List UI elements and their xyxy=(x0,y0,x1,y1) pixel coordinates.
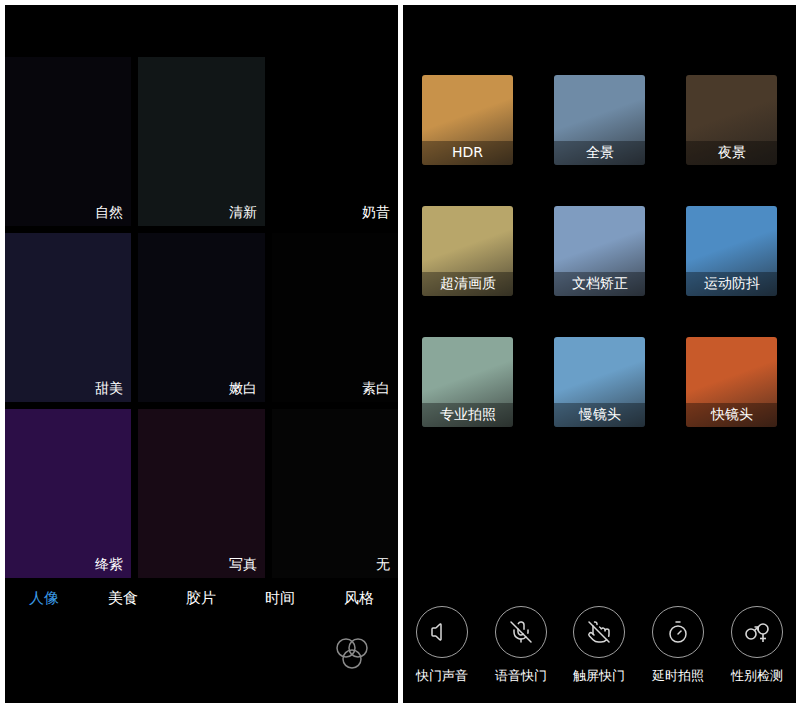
mode-grid: HDR 全景 夜景超清画质 文档矫正 运动防抖专业拍照 慢镜头 快镜头 xyxy=(403,75,796,427)
mode-label: 夜景 xyxy=(686,141,777,165)
mode-tile[interactable]: 超清画质 xyxy=(422,206,513,296)
filter-tile[interactable]: 甜美 xyxy=(5,233,131,402)
filter-tile[interactable]: 清新 xyxy=(138,57,264,226)
toggle-label: 触屏快门 xyxy=(573,667,625,685)
mode-tile[interactable]: HDR xyxy=(422,75,513,165)
filter-tile[interactable]: 嫩白 xyxy=(138,233,264,402)
mode-panel: HDR 全景 夜景超清画质 文档矫正 运动防抖专业拍照 慢镜头 快镜头快门声音 语音快门 触屏快… xyxy=(403,5,796,703)
filter-label: 写真 xyxy=(229,555,257,573)
toggle-button[interactable]: 语音快门 xyxy=(482,606,561,685)
toggle-button[interactable]: 性别检测 xyxy=(717,606,796,685)
toggle-circle[interactable] xyxy=(495,606,547,658)
filter-toggle-row xyxy=(5,632,398,676)
mode-tile[interactable]: 快镜头 xyxy=(686,337,777,427)
speaker-icon xyxy=(430,620,454,644)
mode-tile[interactable]: 全景 xyxy=(554,75,645,165)
timer-icon xyxy=(666,620,690,644)
mode-tile[interactable]: 夜景 xyxy=(686,75,777,165)
filter-label: 绛紫 xyxy=(95,555,123,573)
toggle-label: 延时拍照 xyxy=(652,667,704,685)
mode-label: 快镜头 xyxy=(686,403,777,427)
filter-label: 无 xyxy=(376,555,390,573)
filter-label: 奶昔 xyxy=(362,203,390,221)
category-tab[interactable]: 风格 xyxy=(319,589,398,608)
filter-tile[interactable]: 绛紫 xyxy=(5,409,131,578)
touch-off-icon xyxy=(587,620,611,644)
filter-circles-icon[interactable] xyxy=(330,632,374,676)
filter-grid: 自然 清新 奶昔甜美 嫩白 素白绛紫 写真 无 xyxy=(5,57,398,578)
filter-label: 清新 xyxy=(229,203,257,221)
toggle-label: 性别检测 xyxy=(731,667,783,685)
mode-tile[interactable]: 专业拍照 xyxy=(422,337,513,427)
toggle-circle[interactable] xyxy=(573,606,625,658)
mode-label: 超清画质 xyxy=(422,272,513,296)
toggle-circle[interactable] xyxy=(652,606,704,658)
mic-off-icon xyxy=(509,620,533,644)
filter-label: 自然 xyxy=(95,203,123,221)
filter-tile[interactable]: 奶昔 xyxy=(272,57,398,226)
toggle-row: 快门声音 语音快门 触屏快门 延时拍照 性别检测 xyxy=(403,606,796,703)
toggle-circle[interactable] xyxy=(416,606,468,658)
toggle-label: 语音快门 xyxy=(495,667,547,685)
category-tabs: 人像美食胶片时间风格 xyxy=(5,578,398,618)
filter-label: 甜美 xyxy=(95,379,123,397)
mode-tile[interactable]: 文档矫正 xyxy=(554,206,645,296)
mode-label: 专业拍照 xyxy=(422,403,513,427)
filter-tile[interactable]: 自然 xyxy=(5,57,131,226)
category-tab[interactable]: 美食 xyxy=(84,589,163,608)
mode-label: 慢镜头 xyxy=(554,403,645,427)
mode-label: 文档矫正 xyxy=(554,272,645,296)
mode-tile[interactable]: 慢镜头 xyxy=(554,337,645,427)
category-tab[interactable]: 时间 xyxy=(241,589,320,608)
mode-label: 全景 xyxy=(554,141,645,165)
gender-icon xyxy=(743,619,771,645)
filter-tile[interactable]: 写真 xyxy=(138,409,264,578)
toggle-button[interactable]: 快门声音 xyxy=(403,606,482,685)
toggle-button[interactable]: 触屏快门 xyxy=(560,606,639,685)
mode-label: 运动防抖 xyxy=(686,272,777,296)
toggle-circle[interactable] xyxy=(731,606,783,658)
screen: 自然 清新 奶昔甜美 嫩白 素白绛紫 写真 无人像美食胶片时间风格 HDR 全景 夜景超清画质 文档… xyxy=(0,0,800,708)
mode-tile[interactable]: 运动防抖 xyxy=(686,206,777,296)
filter-tile[interactable]: 素白 xyxy=(272,233,398,402)
category-tab[interactable]: 胶片 xyxy=(162,589,241,608)
category-tab[interactable]: 人像 xyxy=(5,589,84,608)
filter-label: 素白 xyxy=(362,379,390,397)
filter-tile[interactable]: 无 xyxy=(272,409,398,578)
toggle-label: 快门声音 xyxy=(416,667,468,685)
filter-label: 嫩白 xyxy=(229,379,257,397)
mode-label: HDR xyxy=(422,141,513,165)
filter-panel: 自然 清新 奶昔甜美 嫩白 素白绛紫 写真 无人像美食胶片时间风格 xyxy=(5,5,398,703)
toggle-button[interactable]: 延时拍照 xyxy=(639,606,718,685)
